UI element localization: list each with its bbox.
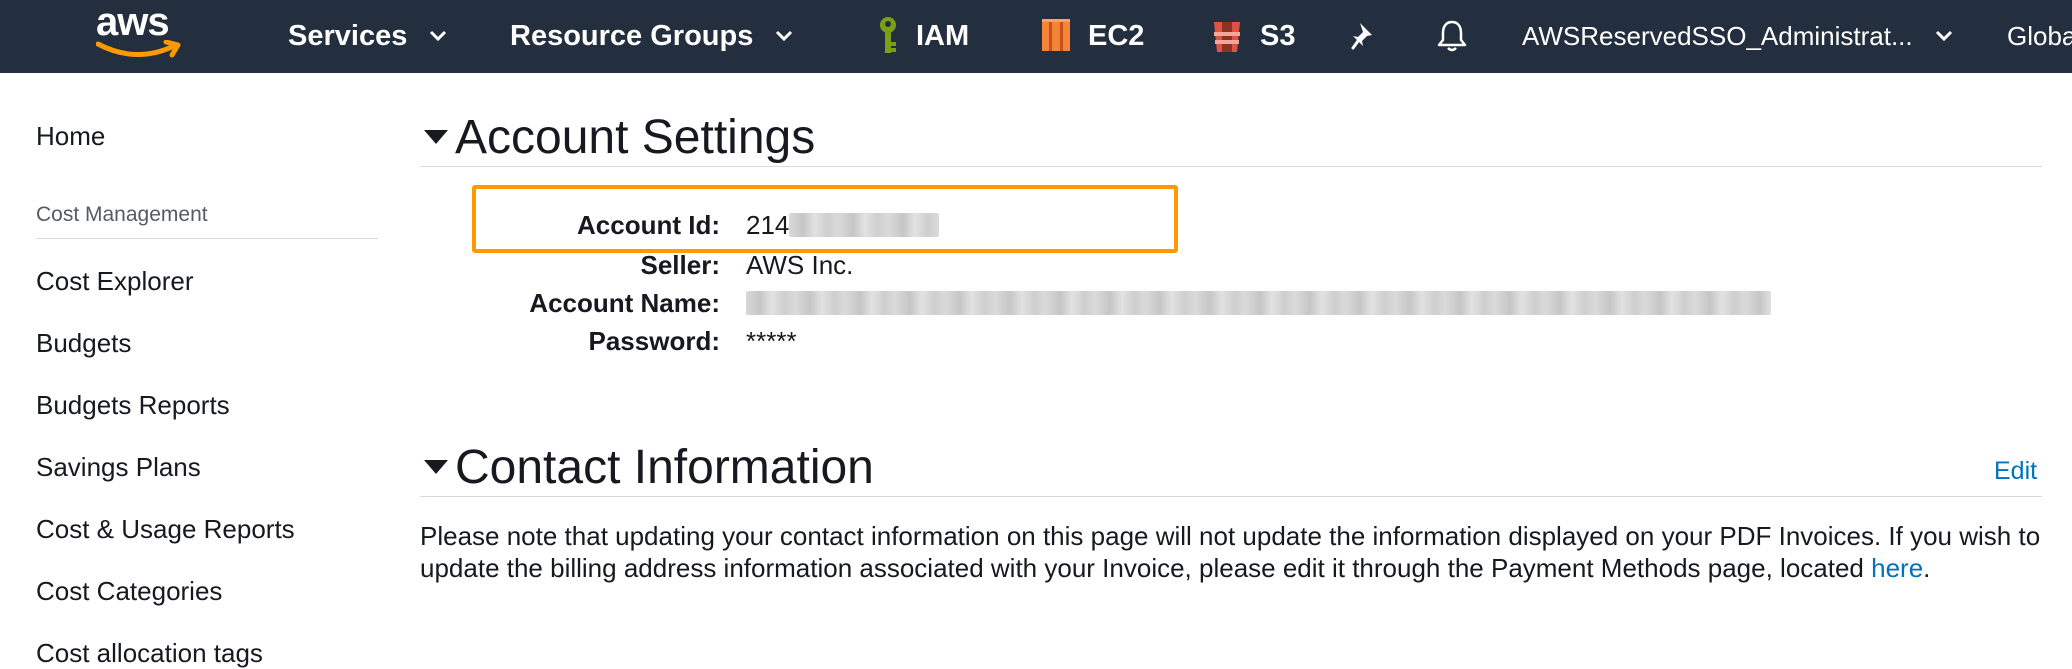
pinned-service-iam[interactable]: IAM — [876, 14, 969, 58]
contact-note-end: . — [1923, 553, 1931, 583]
aws-logo-text: aws — [96, 0, 170, 44]
region-menu[interactable]: Globa — [2007, 14, 2072, 58]
ec2-label: EC2 — [1088, 19, 1145, 52]
account-name-label: Account Name: — [529, 288, 720, 318]
billing-sidebar: Home Cost Management Cost Explorer Budge… — [0, 73, 390, 668]
aws-smile-icon — [96, 40, 181, 58]
s3-bucket-icon — [1210, 16, 1244, 56]
sidebar-item-cost-categories[interactable]: Cost Categories — [36, 576, 222, 607]
sidebar-item-home[interactable]: Home — [36, 121, 105, 152]
iam-key-icon — [876, 16, 900, 56]
edit-contact-link[interactable]: Edit — [1994, 457, 2037, 486]
account-id-prefix: 214 — [746, 210, 790, 240]
account-settings-header: Account Settings — [420, 110, 2042, 167]
sidebar-divider — [36, 238, 378, 239]
notifications-bell-icon[interactable] — [1436, 14, 1468, 58]
s3-label: S3 — [1260, 19, 1296, 52]
resource-groups-menu[interactable]: Resource Groups — [510, 14, 793, 58]
region-label: Globa — [2007, 20, 2072, 51]
contact-note-text: Please note that updating your contact i… — [420, 521, 2041, 583]
sidebar-item-budgets[interactable]: Budgets — [36, 328, 131, 359]
sidebar-item-cost-explorer[interactable]: Cost Explorer — [36, 266, 194, 297]
account-id-label: Account Id: — [577, 210, 720, 240]
account-label: AWSReservedSSO_Administrat... — [1522, 20, 1913, 51]
aws-logo[interactable]: aws — [90, 0, 190, 64]
redacted-account-id — [789, 213, 940, 237]
resource-groups-label: Resource Groups — [510, 19, 754, 52]
sidebar-section-heading: Cost Management — [36, 203, 208, 226]
account-settings-title: Account Settings — [455, 111, 816, 164]
iam-label: IAM — [916, 19, 970, 52]
chevron-down-icon — [1935, 30, 1953, 42]
contact-info-note: Please note that updating your contact i… — [420, 520, 2060, 584]
services-menu[interactable]: Services — [288, 14, 447, 58]
seller-value: AWS Inc. — [746, 250, 854, 280]
payment-methods-link[interactable]: here — [1871, 553, 1923, 583]
password-value: ***** — [746, 326, 797, 356]
password-label: Password: — [588, 326, 721, 356]
contact-information-header: Contact Information — [420, 440, 2042, 497]
account-id-value: 214 — [746, 210, 940, 241]
account-menu[interactable]: AWSReservedSSO_Administrat... — [1522, 14, 1953, 58]
pinned-service-ec2[interactable]: EC2 — [1040, 14, 1144, 58]
contact-information-title: Contact Information — [455, 441, 874, 494]
ec2-icon — [1040, 17, 1072, 55]
collapse-triangle-icon[interactable] — [424, 460, 448, 474]
pin-icon[interactable] — [1350, 14, 1378, 58]
collapse-triangle-icon[interactable] — [424, 130, 448, 144]
redacted-account-name — [746, 291, 1771, 315]
top-navigation-bar: aws Services Resource Groups IAM EC2 S3 … — [0, 0, 2072, 73]
chevron-down-icon — [429, 30, 447, 42]
account-name-value — [746, 288, 1771, 319]
sidebar-item-cost-usage-reports[interactable]: Cost & Usage Reports — [36, 514, 295, 545]
chevron-down-icon — [775, 30, 793, 42]
seller-label: Seller: — [640, 250, 721, 280]
sidebar-item-cost-allocation-tags[interactable]: Cost allocation tags — [36, 638, 263, 669]
sidebar-item-savings-plans[interactable]: Savings Plans — [36, 452, 201, 483]
services-label: Services — [288, 19, 408, 52]
pinned-service-s3[interactable]: S3 — [1210, 14, 1295, 58]
sidebar-item-budgets-reports[interactable]: Budgets Reports — [36, 390, 230, 421]
